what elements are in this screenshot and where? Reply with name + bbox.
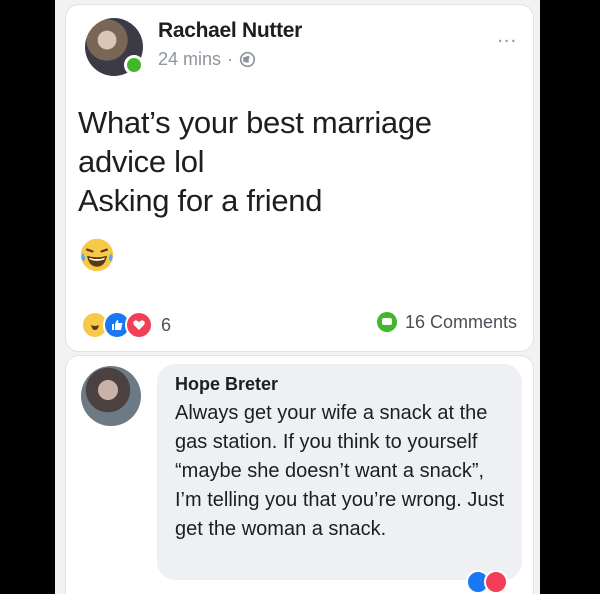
love-reaction-icon <box>484 570 508 594</box>
comment-reactions[interactable] <box>466 570 508 594</box>
comments-count-link[interactable]: 16 Comments <box>376 311 517 333</box>
comment-section: Hope Breter Always get your wife a snack… <box>65 355 534 594</box>
poster-name[interactable]: Rachael Nutter <box>158 19 302 43</box>
post-text-line: advice lol <box>78 144 205 179</box>
feed-card: Rachael Nutter 24 mins · ... What’s your… <box>55 0 540 594</box>
comment-bubble-icon <box>376 312 397 332</box>
online-status-indicator <box>124 55 144 75</box>
comment-bubble: Hope Breter Always get your wife a snack… <box>157 364 522 594</box>
comment-text: Always get your wife a snack at the gas … <box>175 402 505 540</box>
commenter-avatar[interactable] <box>81 366 141 426</box>
globe-icon <box>239 51 256 68</box>
commenter-name[interactable]: Hope Breter <box>175 374 278 395</box>
love-reaction-icon <box>125 311 153 339</box>
comments-count-label: 16 Comments <box>404 311 517 332</box>
post-text-line: What’s your best marriage <box>78 105 432 140</box>
post-text: What’s your best marriage advice lol Ask… <box>78 103 518 220</box>
laughing-tears-emoji-icon <box>80 238 114 272</box>
post-meta: 24 mins · <box>158 49 256 70</box>
reaction-count: 6 <box>161 314 172 335</box>
poster-avatar[interactable] <box>85 18 144 76</box>
reaction-summary[interactable]: 6 <box>81 311 171 339</box>
post: Rachael Nutter 24 mins · ... What’s your… <box>65 4 534 352</box>
post-text-line: Asking for a friend <box>78 183 323 218</box>
meta-separator: · <box>227 49 234 69</box>
more-options-icon[interactable]: ... <box>497 25 517 48</box>
post-time[interactable]: 24 mins <box>158 49 221 70</box>
